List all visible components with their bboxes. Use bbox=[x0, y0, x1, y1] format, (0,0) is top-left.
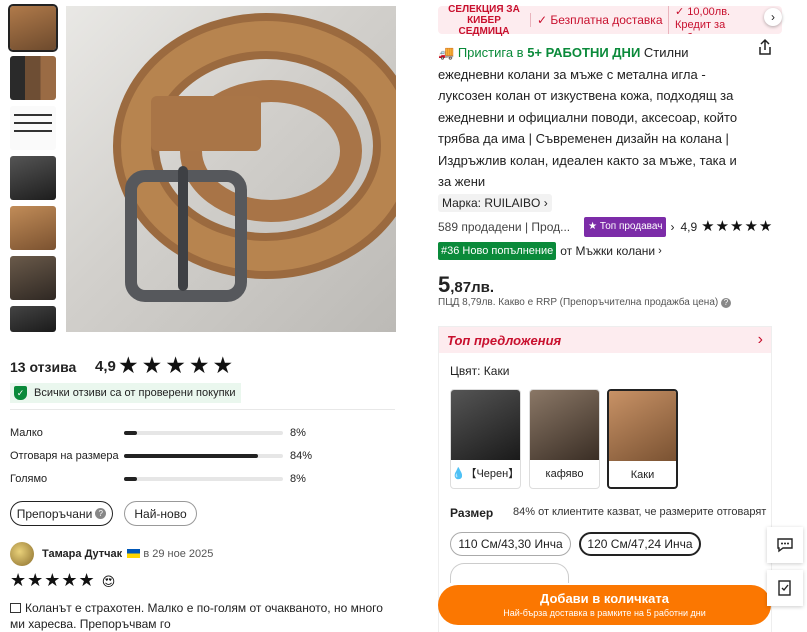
shipping-prefix: Пристига в bbox=[457, 45, 524, 60]
thumbnail-6[interactable] bbox=[10, 256, 56, 300]
price-rest: ,87лв. bbox=[450, 279, 495, 296]
verified-label: Всички отзиви са от проверени покупки bbox=[34, 387, 236, 399]
thumbnail-4[interactable] bbox=[10, 156, 56, 200]
sort-newest-label: Най-ново bbox=[134, 506, 187, 521]
rank-row[interactable]: #36 Ново попълнение от Мъжки колани › bbox=[438, 242, 662, 260]
reviews-stars: ★★★★★ bbox=[118, 352, 237, 378]
review-text: Коланът е страхотен. Малко е по-голям от… bbox=[10, 600, 395, 632]
color-swatch-black[interactable]: 💧【Черен】 bbox=[450, 389, 521, 489]
top-seller-badge: ★ Топ продавач bbox=[584, 217, 667, 237]
verified-badge: ✓ Всички отзиви са от проверени покупки bbox=[10, 383, 242, 403]
size-option-label: 120 См/47,24 Инча bbox=[587, 537, 693, 551]
reviewer-meta: Тамара Дутчак в 29 ное 2025 bbox=[42, 548, 213, 560]
size-fit-text: 84% от клиентите казват, че размерите от… bbox=[513, 506, 767, 518]
reviewer-date: в 29 ное 2025 bbox=[143, 548, 214, 560]
fit-label-true: Отговаря на размера bbox=[10, 450, 119, 462]
add-to-cart-sublabel: Най-бърза доставка в рамките на 5 работн… bbox=[503, 608, 706, 618]
shield-check-icon: ✓ bbox=[14, 386, 27, 400]
chat-icon[interactable] bbox=[767, 527, 803, 563]
product-title-block: 🚚 Пристига в 5+ РАБОТНИ ДНИ Стилни ежедн… bbox=[438, 42, 738, 193]
top-seller-label: Топ продавач bbox=[599, 221, 663, 232]
flag-icon bbox=[127, 549, 141, 558]
color-swatch-brown[interactable]: кафяво bbox=[529, 389, 600, 489]
fit-pct-large: 8% bbox=[290, 473, 306, 485]
share-icon[interactable] bbox=[756, 38, 774, 56]
rating-stars: ★★★★★ bbox=[701, 218, 774, 235]
review-text-body: Коланът е страхотен. Малко е по-голям от… bbox=[10, 601, 383, 631]
review-stars: ★★★★★ 😍 bbox=[10, 570, 117, 590]
product-main-image[interactable] bbox=[66, 6, 396, 332]
color-label-khaki: Каки bbox=[630, 469, 655, 481]
promo-badge: СЕЛЕКЦИЯ ЗА КИБЕР СЕДМИЦА bbox=[448, 3, 520, 37]
image-icon bbox=[10, 603, 21, 613]
color-label: Цвят: Каки bbox=[450, 364, 510, 378]
price-main: 5 bbox=[438, 272, 451, 297]
fit-bar-small bbox=[124, 431, 283, 435]
thumbnail-1[interactable] bbox=[8, 4, 58, 52]
sales-row: 589 продадени | Прод... ★ Топ продавач ›… bbox=[438, 217, 774, 237]
offers-chevron-icon: › bbox=[757, 331, 763, 348]
feedback-icon[interactable] bbox=[767, 570, 803, 606]
brand-label: Марка: RUILAIBO bbox=[442, 196, 541, 210]
brand-link[interactable]: Марка: RUILAIBO › bbox=[438, 194, 552, 212]
truck-icon: 🚚 bbox=[438, 45, 455, 60]
sort-recommended-button[interactable]: Препоръчани ? bbox=[10, 501, 113, 526]
help-icon: ? bbox=[95, 508, 107, 519]
size-option-110[interactable]: 110 См/43,30 Инча bbox=[450, 532, 571, 556]
add-to-cart-button[interactable]: Добави в количката Най-бърза доставка в … bbox=[438, 585, 771, 625]
reviews-count: 13 отзива bbox=[10, 359, 77, 375]
thumbnail-2[interactable] bbox=[10, 56, 56, 100]
product-title: Стилни ежедневни колани за мъже с металн… bbox=[438, 45, 738, 189]
fit-pct-small: 8% bbox=[290, 427, 306, 439]
rank-badge: #36 Ново попълнение bbox=[438, 242, 557, 260]
thumbnail-5[interactable] bbox=[10, 206, 56, 250]
thumbnail-size-chart[interactable] bbox=[10, 106, 56, 150]
price: 5,87лв. bbox=[438, 272, 494, 298]
color-swatch-khaki[interactable]: Каки bbox=[607, 389, 678, 489]
smile-icon: 😍 bbox=[101, 574, 117, 589]
size-option-label: 110 См/43,30 Инча bbox=[458, 537, 563, 551]
reviewer-avatar bbox=[10, 542, 34, 566]
offers-title: Топ предложения bbox=[447, 332, 562, 348]
promo-next-icon[interactable]: › bbox=[764, 8, 782, 26]
sold-count: 589 продадени | Прод... bbox=[438, 220, 571, 234]
offers-header[interactable]: Топ предложения › bbox=[439, 327, 771, 353]
color-label-brown: кафяво bbox=[545, 468, 584, 480]
size-option-120[interactable]: 120 См/47,24 Инча bbox=[579, 532, 701, 556]
fit-pct-true: 84% bbox=[290, 450, 313, 462]
fit-bar-large bbox=[124, 477, 283, 481]
credit-label: ✓ 10,00лв. Кредит за забавяне bbox=[668, 6, 764, 34]
size-label: Размер bbox=[450, 506, 494, 520]
add-to-cart-label: Добави в количката bbox=[540, 591, 669, 606]
free-shipping-label: ✓ Безплатна доставка bbox=[530, 13, 668, 27]
promo-banner: СЕЛЕКЦИЯ ЗА КИБЕР СЕДМИЦА ✓ Безплатна до… bbox=[438, 3, 782, 37]
fit-label-small: Малко bbox=[10, 427, 43, 439]
thumbnail-7[interactable] bbox=[10, 306, 56, 332]
color-label-black: 【Черен】 bbox=[465, 468, 520, 480]
fit-label-large: Голямо bbox=[10, 473, 48, 485]
reviewer-name: Тамара Дутчак bbox=[42, 548, 123, 560]
size-option-hidden[interactable] bbox=[450, 563, 569, 583]
rrp-label: ПЦД 8,79лв. Какво е RRP (Препоръчителна … bbox=[438, 297, 719, 308]
divider bbox=[10, 409, 395, 410]
rating-value: 4,9 bbox=[680, 220, 698, 234]
rank-category: от Мъжки колани bbox=[560, 244, 656, 258]
sort-newest-button[interactable]: Най-ново bbox=[124, 501, 197, 526]
shipping-days: 5+ РАБОТНИ ДНИ bbox=[527, 45, 641, 60]
fit-bar-true bbox=[124, 454, 283, 458]
sort-recommended-label: Препоръчани bbox=[16, 506, 93, 521]
info-icon[interactable]: ? bbox=[721, 298, 732, 308]
rrp-text: ПЦД 8,79лв. Какво е RRP (Препоръчителна … bbox=[438, 297, 732, 308]
reviews-rating: 4,9 bbox=[95, 358, 116, 375]
